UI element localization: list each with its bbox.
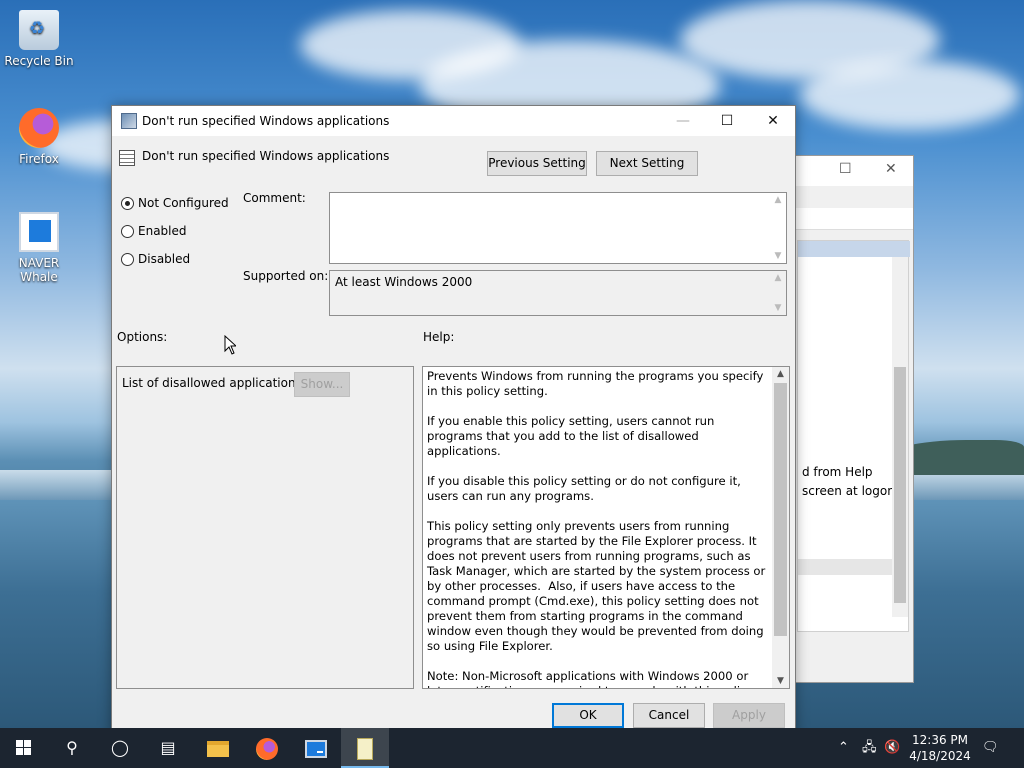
options-pane: List of disallowed applications Show... [116,366,414,689]
help-scrollbar[interactable]: ▲ ▼ [772,367,789,688]
search-icon: ⚲ [66,738,78,757]
network-icon[interactable]: 🖧 [862,728,877,768]
settings-list-pane[interactable]: d from Help screen at logon [797,240,910,632]
policy-setting-icon [119,150,135,166]
previous-setting-button[interactable]: Previous Setting [487,151,587,176]
cortana-icon: ◯ [111,738,129,757]
dialog-titlebar[interactable]: Don't run specified Windows applications… [112,106,795,136]
firefox-taskbar-button[interactable] [243,728,291,768]
help-text: Prevents Windows from running the progra… [427,369,766,688]
radio-button-checked[interactable] [121,197,134,210]
close-button[interactable]: ✕ [750,106,796,136]
background-window-titlebar[interactable]: ☐ ✕ [791,156,913,186]
file-explorer-icon [207,740,229,757]
scroll-up-icon[interactable]: ▲ [770,195,786,205]
notification-icon: 🗨 [982,740,999,755]
scroll-down-icon[interactable]: ▼ [770,303,786,313]
desktop-icon-label: Firefox [19,152,59,166]
radio-not-configured[interactable]: Not Configured [121,196,241,212]
list-item[interactable]: screen at logon [802,484,895,498]
scroll-down-icon[interactable]: ▼ [770,251,786,261]
supported-on-value: At least Windows 2000 [335,275,473,289]
supported-on-field: At least Windows 2000 ▲ ▼ [329,270,787,316]
scrollbar-thumb[interactable] [774,383,787,636]
taskbar: ⚲ ◯ ▤ ⌃ 🖧 🔇 12:36 PM 4/18/2024 🗨 [0,728,1024,768]
vertical-scrollbar[interactable] [892,257,908,617]
file-explorer-button[interactable] [194,728,242,768]
radio-label: Enabled [138,224,187,238]
dialog-title: Don't run specified Windows applications [142,114,390,128]
radio-label: Disabled [138,252,191,266]
desktop-icon-label: NAVER Whale [18,256,60,284]
radio-label: Not Configured [138,196,229,210]
selected-row[interactable] [798,241,910,257]
cortana-button[interactable]: ◯ [96,728,144,768]
policy-setting-dialog[interactable]: Don't run specified Windows applications… [111,105,796,738]
list-item[interactable]: d from Help [802,465,873,479]
naver-whale-icon [305,739,327,758]
firefox-icon [19,108,59,148]
cancel-button[interactable]: Cancel [633,703,705,728]
radio-enabled[interactable]: Enabled [121,224,241,240]
task-view-button[interactable]: ▤ [144,728,192,768]
ok-button[interactable]: OK [552,703,624,728]
minimize-button[interactable]: — [660,106,706,136]
disallowed-apps-label: List of disallowed applications [122,376,302,390]
action-center-button[interactable]: 🗨 [982,728,999,768]
start-button[interactable] [0,728,48,768]
policy-editor-taskbar-button[interactable] [341,728,389,768]
options-label: Options: [117,330,168,344]
notepad-icon [357,737,373,760]
help-pane[interactable]: Prevents Windows from running the progra… [422,366,790,689]
supported-scrollbar[interactable]: ▲ ▼ [770,271,786,315]
task-view-icon: ▤ [160,738,176,757]
clock-time: 12:36 PM [912,733,968,747]
volume-muted-icon[interactable]: 🔇 [884,728,900,768]
toolbar-strip [791,208,913,230]
naver-whale-icon [19,212,59,252]
comment-field[interactable]: ▲ ▼ [329,192,787,264]
background-window[interactable]: ☐ ✕ d from Help screen at logon [790,155,914,683]
clock-date: 4/18/2024 [909,749,971,763]
scroll-up-icon[interactable]: ▲ [772,369,789,379]
policy-icon [121,113,137,129]
search-button[interactable]: ⚲ [48,728,96,768]
radio-button[interactable] [121,253,134,266]
help-label: Help: [423,330,455,344]
show-button[interactable]: Show... [294,372,350,397]
cloud [800,60,1020,130]
recycle-bin-icon [19,10,59,50]
scroll-down-icon[interactable]: ▼ [772,676,789,686]
clock[interactable]: 12:36 PM 4/18/2024 [908,732,972,764]
maximize-icon[interactable]: ☐ [839,161,852,177]
naver-whale-taskbar-button[interactable] [292,728,340,768]
desktop-icon-label: Recycle Bin [4,54,74,68]
desktop-icon-naver-whale[interactable]: NAVER Whale [1,212,77,284]
next-setting-button[interactable]: Next Setting [596,151,698,176]
scrollbar-thumb[interactable] [894,367,906,603]
start-icon [16,740,32,756]
comment-scrollbar[interactable]: ▲ ▼ [770,193,786,263]
setting-header-title: Don't run specified Windows applications [142,149,390,163]
desktop-icon-recycle-bin[interactable]: Recycle Bin [1,10,77,68]
supported-on-label: Supported on: [243,269,329,283]
scroll-up-icon[interactable]: ▲ [770,273,786,283]
apply-button[interactable]: Apply [713,703,785,728]
show-hidden-icons-button[interactable]: ⌃ [838,728,849,768]
mouse-cursor-icon [224,335,236,355]
radio-button[interactable] [121,225,134,238]
radio-disabled[interactable]: Disabled [121,252,241,268]
desktop-icon-firefox[interactable]: Firefox [1,108,77,166]
hovered-row[interactable] [798,559,894,575]
firefox-icon [256,737,278,760]
maximize-button[interactable]: ☐ [704,106,750,136]
comment-label: Comment: [243,191,306,205]
close-icon[interactable]: ✕ [885,161,897,177]
